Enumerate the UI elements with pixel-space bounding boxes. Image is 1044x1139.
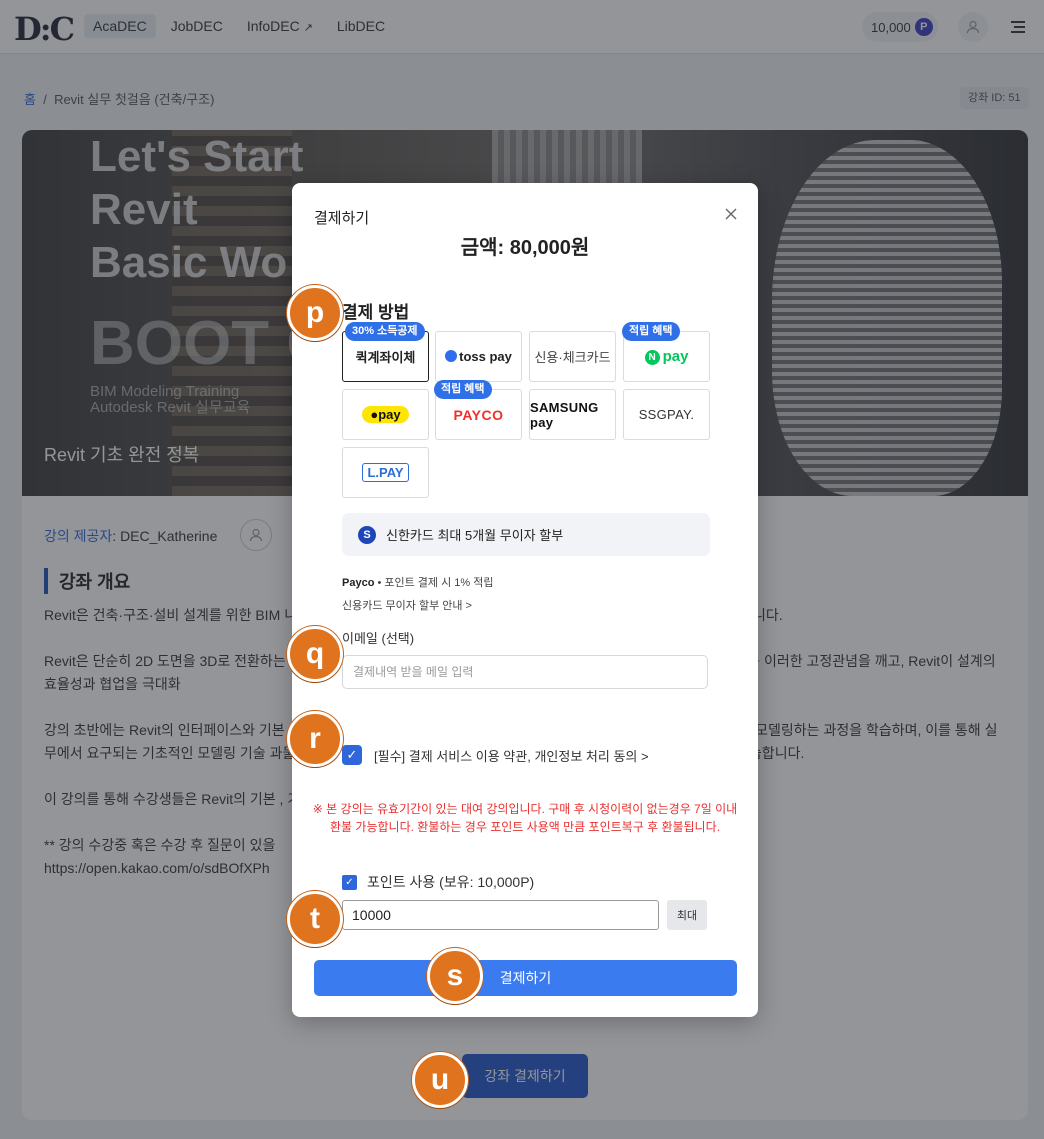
pay-method-label: toss pay (459, 349, 512, 364)
pay-tag: 적립 혜택 (622, 322, 680, 341)
naverpay-logo: Npay (644, 348, 689, 365)
payment-modal: 결제하기 금액: 80,000원 결제 방법 30% 소득공제 퀵계좌이체 to… (292, 183, 758, 1017)
submit-payment-button[interactable]: 결제하기 (314, 960, 737, 996)
terms-label[interactable]: [필수] 결제 서비스 이용 약관, 개인정보 처리 동의 > (374, 746, 649, 765)
step-marker-u: u (412, 1052, 468, 1108)
toss-icon (445, 350, 458, 362)
email-input[interactable] (342, 655, 708, 689)
use-points-checkbox[interactable]: ✓ (342, 874, 357, 890)
pay-method-quick-transfer[interactable]: 30% 소득공제 퀵계좌이체 (342, 322, 429, 382)
shinhan-installment-banner: S 신한카드 최대 5개월 무이자 할부 (342, 513, 710, 556)
pay-method-label: SAMSUNG pay (530, 399, 599, 430)
pay-method-samsungpay[interactable]: SAMSUNG pay (529, 389, 616, 440)
email-label: 이메일 (선택) (342, 631, 415, 646)
use-points-label: 포인트 사용 (보유: 10,000P) (367, 874, 535, 890)
payco-note-text: • 포인트 결제 시 1% 적립 (374, 577, 494, 589)
pay-method-kakaopay[interactable]: ●pay (342, 389, 429, 440)
pay-method-label: pay (378, 407, 401, 422)
terms-agreement[interactable]: ✓ [필수] 결제 서비스 이용 약관, 개인정보 처리 동의 > (342, 745, 649, 765)
pay-method-label: L.PAY (362, 463, 409, 482)
pay-method-label: SSGPAY. (638, 407, 695, 422)
terms-checkbox[interactable]: ✓ (342, 745, 362, 765)
step-marker-t: t (287, 891, 343, 947)
card-installment-link[interactable]: 신용카드 무이자 할부 안내 > (342, 597, 472, 613)
naver-n-icon: N (644, 350, 660, 365)
payco-note: Payco • 포인트 결제 시 1% 적립 (342, 574, 493, 590)
close-icon[interactable] (722, 205, 740, 223)
refund-warning: ※ 본 강의는 유효기간이 있는 대여 강의입니다. 구매 후 시청이력이 없는… (312, 802, 738, 834)
max-points-button[interactable]: 최대 (667, 900, 707, 930)
shinhan-card-icon: S (358, 525, 376, 544)
tosspay-logo: toss pay (445, 349, 512, 364)
pay-method-label: 퀵계좌이체 (355, 350, 416, 365)
payment-amount: 금액: 80,000원 (460, 237, 590, 259)
pay-method-tosspay[interactable]: toss pay (435, 331, 522, 382)
pay-method-payco[interactable]: 적립 혜택 PAYCO (434, 380, 522, 440)
step-marker-r: r (287, 711, 343, 767)
modal-title: 결제하기 (314, 210, 370, 227)
kakaopay-logo: ●pay (362, 406, 409, 423)
payment-method-label: 결제 방법 (342, 303, 410, 322)
pay-method-label: pay (662, 348, 689, 365)
shinhan-text: 신한카드 최대 5개월 무이자 할부 (386, 528, 564, 543)
pay-method-label: 신용·체크카드 (534, 350, 611, 365)
step-marker-p: p (287, 285, 343, 341)
pay-tag: 30% 소득공제 (345, 322, 425, 341)
pay-method-credit-card[interactable]: 신용·체크카드 (529, 331, 616, 382)
pay-method-lpay[interactable]: L.PAY (342, 447, 429, 498)
step-marker-s: s (427, 948, 483, 1004)
pay-tag: 적립 혜택 (434, 380, 492, 399)
step-marker-q: q (287, 626, 343, 682)
use-points-option[interactable]: ✓ 포인트 사용 (보유: 10,000P) (342, 872, 534, 892)
pay-method-ssgpay[interactable]: SSGPAY. (623, 389, 710, 440)
points-amount-input[interactable] (342, 900, 659, 930)
pay-method-label: PAYCO (453, 406, 504, 423)
pay-method-naverpay[interactable]: 적립 혜택 Npay (622, 322, 710, 382)
payco-note-brand: Payco (342, 577, 375, 589)
